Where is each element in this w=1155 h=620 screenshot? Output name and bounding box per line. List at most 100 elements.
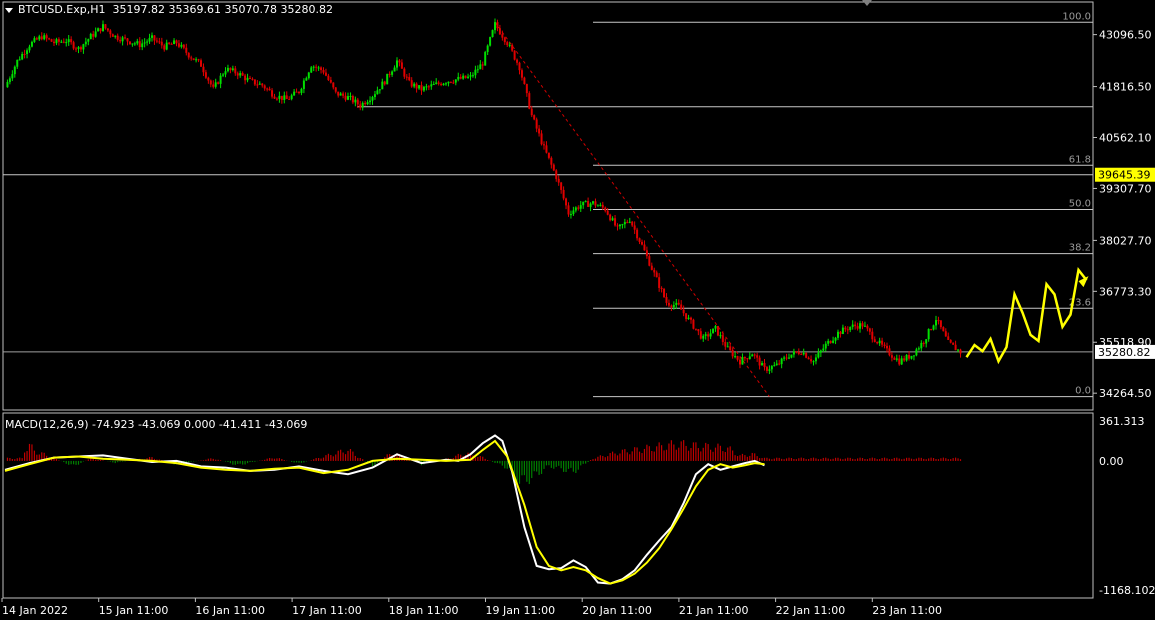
candle-body <box>506 42 509 46</box>
macd-signal-line <box>4 439 765 585</box>
candle-body <box>854 324 857 327</box>
candle-body <box>192 58 195 60</box>
candle-body <box>663 288 666 298</box>
candle-body <box>903 358 906 361</box>
price-pane-frame <box>2 1 1094 411</box>
candle-body <box>43 35 46 40</box>
candle-body <box>366 102 369 105</box>
candle-body <box>18 59 21 61</box>
candle-body <box>562 189 565 199</box>
candle-body <box>888 348 891 356</box>
candle-body <box>293 91 296 96</box>
candle-body <box>719 335 722 337</box>
candle-body <box>354 99 357 103</box>
candle-body <box>937 320 940 322</box>
candle-body <box>677 302 680 305</box>
candle-body <box>425 86 428 88</box>
candle-body <box>310 67 313 73</box>
candle-body <box>364 102 367 105</box>
candle-body <box>734 356 737 358</box>
price-axis-label: 40562.10 <box>1099 132 1152 145</box>
candle-body <box>234 68 237 74</box>
candle-body <box>320 67 323 71</box>
chart-canvas[interactable]: 100.061.850.038.223.60.043096.5041816.50… <box>0 0 1155 620</box>
candle-body <box>60 41 63 43</box>
candle-body <box>347 96 349 100</box>
candle-body <box>832 340 835 343</box>
candle-body <box>932 325 935 330</box>
candle-body <box>383 81 386 85</box>
candle-body <box>922 342 925 344</box>
candle-body <box>410 80 413 87</box>
macd-pane-frame <box>2 412 1094 599</box>
candle-body <box>6 82 9 88</box>
candle-body <box>87 39 90 42</box>
candle-body <box>881 340 884 345</box>
candle-body <box>810 359 813 362</box>
candle-body <box>420 85 423 91</box>
candle-body <box>435 82 438 85</box>
candle-body <box>773 365 776 367</box>
candle-body <box>440 83 443 86</box>
candle-body <box>163 45 166 50</box>
candle-body <box>261 83 264 86</box>
candle-body <box>650 265 653 270</box>
candle-body <box>682 309 685 314</box>
candle-body <box>351 96 354 103</box>
candle-body <box>202 66 205 73</box>
candle-body <box>298 91 300 93</box>
candle-body <box>768 369 771 371</box>
candle-body <box>239 73 242 76</box>
candle-body <box>912 355 915 357</box>
candle-body <box>302 80 305 89</box>
candle-body <box>724 341 727 347</box>
time-axis-label: 16 Jan 11:00 <box>195 604 265 617</box>
candle-body <box>496 22 499 29</box>
time-axis-label: 18 Jan 11:00 <box>389 604 459 617</box>
candle-body <box>498 28 501 35</box>
candle-body <box>800 354 803 356</box>
candle-body <box>785 357 788 359</box>
candle-body <box>386 73 389 85</box>
candle-body <box>121 37 124 42</box>
candle-body <box>158 41 161 43</box>
candle-body <box>219 75 222 84</box>
candle-body <box>822 348 825 351</box>
candle-body <box>185 47 188 53</box>
candle-body <box>104 24 107 29</box>
candle-body <box>672 304 675 308</box>
candle-body <box>214 82 217 87</box>
candle-body <box>518 62 521 71</box>
candle-body <box>278 95 281 99</box>
candle-body <box>775 363 778 366</box>
candle-body <box>841 327 844 335</box>
candle-body <box>606 210 609 215</box>
candle-body <box>844 327 847 330</box>
candle-body <box>398 60 401 63</box>
candle-body <box>582 201 585 206</box>
price-axis-label: 39307.70 <box>1099 182 1152 195</box>
triangle-down-icon[interactable] <box>5 7 13 13</box>
candle-body <box>295 91 298 93</box>
candle-body <box>660 287 663 289</box>
candle-body <box>721 335 724 342</box>
candle-body <box>378 89 381 91</box>
candle-body <box>280 95 283 100</box>
candle-body <box>545 145 548 153</box>
candle-body <box>861 323 864 327</box>
candle-body <box>344 95 347 100</box>
candle-body <box>148 37 151 42</box>
candle-body <box>253 79 256 85</box>
candle-body <box>190 57 193 59</box>
candle-body <box>445 83 447 85</box>
candle-body <box>557 178 560 183</box>
symbol-label: BTCUSD.Exp,H1 <box>18 3 106 16</box>
candle-body <box>418 85 421 89</box>
candle-body <box>133 43 136 45</box>
candle-body <box>126 38 129 42</box>
candle-body <box>670 305 673 308</box>
candle-body <box>540 133 543 145</box>
candle-body <box>765 367 768 371</box>
candle-body <box>16 59 19 67</box>
candle-body <box>33 38 36 42</box>
